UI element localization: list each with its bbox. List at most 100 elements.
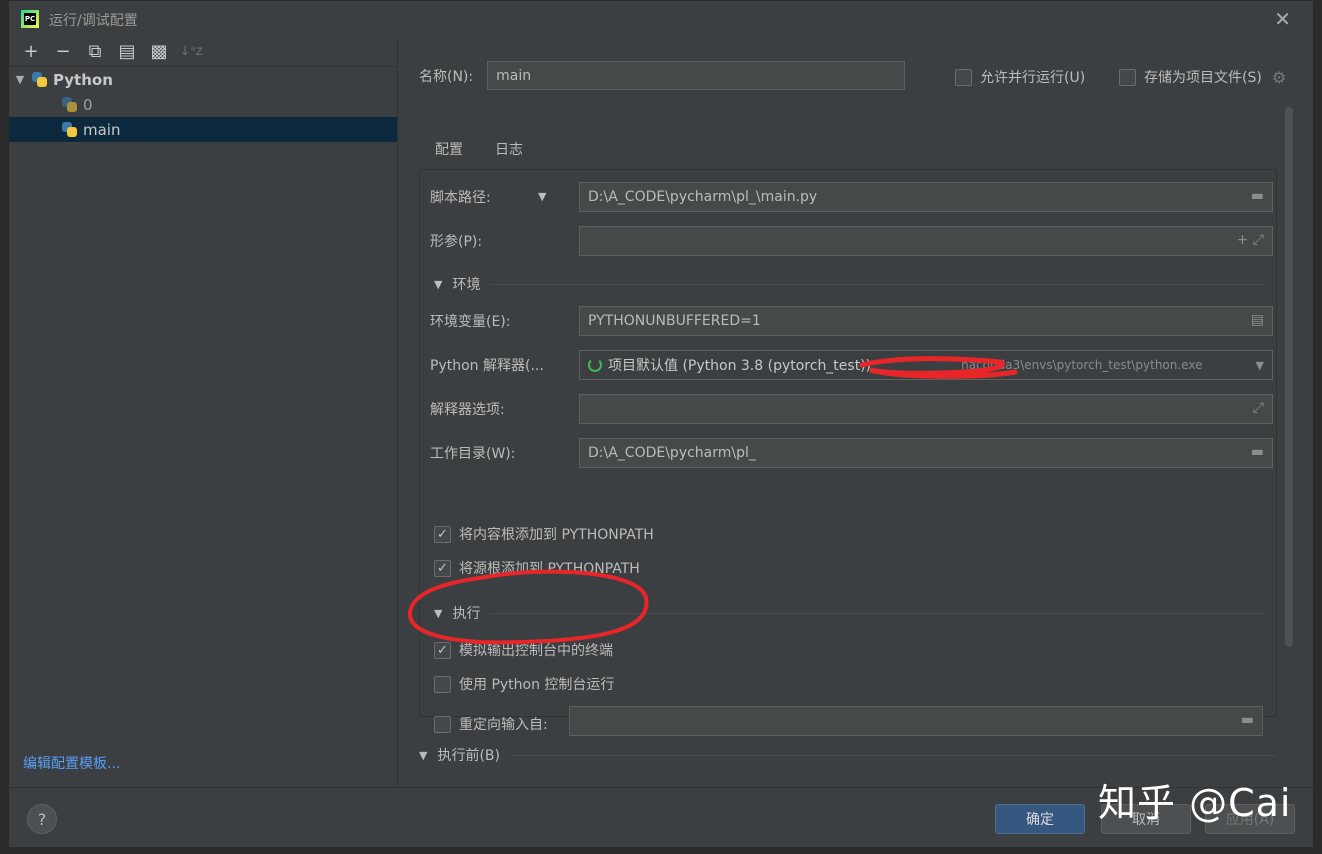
interpreter-label: Python 解释器(...	[430, 358, 544, 374]
folder-icon[interactable]: ▬	[1241, 712, 1254, 728]
env-vars-label: 环境变量(E):	[430, 314, 511, 330]
use-python-console-label: 使用 Python 控制台运行	[459, 677, 615, 693]
exec-section-header[interactable]: ▼ 执行	[434, 603, 1264, 623]
divider	[510, 754, 1277, 756]
window-title: 运行/调试配置	[49, 13, 138, 29]
script-path-row: 脚本路径: ▼ D:\A_CODE\pycharm\pl_\main.py ▬	[430, 182, 1275, 212]
use-python-console-checkbox[interactable]	[434, 675, 451, 693]
tree-item-main[interactable]: main	[9, 117, 397, 142]
before-launch-label: 执行前(B)	[437, 748, 500, 764]
divider	[490, 612, 1264, 614]
chevron-down-icon[interactable]: ▼	[434, 278, 442, 291]
params-field[interactable]: + ⤢	[579, 226, 1273, 256]
config-detail-pane: 名称(N): main 允许并行运行(U) 存储为项目文件(S) ⚙ 配置 日志…	[399, 37, 1313, 787]
tree-toolbar: + − ⧉ ▤ ▩ ↓ᵃz	[9, 37, 397, 67]
sort-icon[interactable]: ↓ᵃz	[177, 40, 205, 64]
close-icon[interactable]: ✕	[1274, 7, 1291, 31]
params-row: 形参(P): + ⤢	[430, 226, 1275, 256]
redirect-input-checkbox[interactable]	[434, 715, 451, 733]
redirect-input-field[interactable]: ▬	[569, 706, 1263, 736]
tree-root-label: Python	[53, 70, 113, 89]
params-label: 形参(P):	[430, 234, 483, 250]
divider	[490, 283, 1264, 285]
script-path-label: 脚本路径:	[430, 190, 491, 206]
add-content-roots-label: 将内容根添加到 PYTHONPATH	[459, 527, 654, 543]
expand-icon[interactable]: + ⤢	[1237, 232, 1264, 248]
tab-log[interactable]: 日志	[479, 133, 539, 172]
save-icon[interactable]: ▤	[113, 40, 141, 64]
emulate-terminal-option[interactable]: ✓ 模拟输出控制台中的终端	[434, 640, 613, 660]
run-debug-config-dialog: PC 运行/调试配置 ✕ + − ⧉ ▤ ▩ ↓ᵃz ▼ Python 0 ma…	[8, 0, 1314, 847]
config-tree-pane: + − ⧉ ▤ ▩ ↓ᵃz ▼ Python 0 main 编辑配置模板...	[9, 37, 398, 787]
add-icon[interactable]: +	[17, 40, 45, 64]
add-content-roots-option[interactable]: ✓ 将内容根添加到 PYTHONPATH	[434, 524, 654, 544]
tree-item-label: main	[83, 120, 121, 139]
name-label: 名称(N):	[419, 68, 474, 85]
chevron-down-icon[interactable]: ▼	[434, 607, 442, 620]
store-as-file-option[interactable]: 存储为项目文件(S) ⚙	[1119, 67, 1286, 87]
parallel-checkbox[interactable]	[955, 68, 972, 86]
store-as-file-label: 存储为项目文件(S)	[1144, 70, 1262, 86]
use-python-console-option[interactable]: 使用 Python 控制台运行	[434, 674, 614, 694]
env-vars-field[interactable]: PYTHONUNBUFFERED=1 ▤	[579, 306, 1273, 336]
scrollbar[interactable]	[1285, 107, 1293, 647]
copy-icon[interactable]: ⧉	[81, 40, 109, 64]
interp-options-row: 解释器选项: ⤢	[430, 394, 1275, 424]
before-launch-header[interactable]: ▼ 执行前(B)	[419, 745, 1277, 765]
emulate-terminal-checkbox[interactable]: ✓	[434, 641, 451, 659]
workdir-label: 工作目录(W):	[430, 446, 516, 462]
tree-item-label: 0	[83, 95, 93, 114]
parallel-option[interactable]: 允许并行运行(U)	[955, 67, 1085, 87]
title-bar: PC 运行/调试配置 ✕	[9, 1, 1313, 37]
workdir-field[interactable]: D:\A_CODE\pycharm\pl_ ▬	[579, 438, 1273, 468]
add-source-roots-option[interactable]: ✓ 将源根添加到 PYTHONPATH	[434, 558, 640, 578]
config-tabs: 配置 日志	[419, 133, 539, 172]
chevron-down-icon[interactable]: ▼	[1256, 359, 1264, 372]
config-tree: ▼ Python 0 main	[9, 67, 397, 142]
script-path-value: D:\A_CODE\pycharm\pl_\main.py	[588, 189, 818, 205]
folder-icon[interactable]: ▩	[145, 40, 173, 64]
edit-templates-link[interactable]: 编辑配置模板...	[23, 753, 120, 773]
interp-options-label: 解释器选项:	[430, 402, 505, 418]
tree-root-python[interactable]: ▼ Python	[9, 67, 397, 92]
remove-icon[interactable]: −	[49, 40, 77, 64]
store-as-file-checkbox[interactable]	[1119, 68, 1136, 86]
interpreter-select[interactable]: 项目默认值 (Python 3.8 (pytorch_test)) nacond…	[579, 350, 1273, 380]
gear-icon[interactable]: ⚙	[1272, 68, 1286, 87]
script-path-field[interactable]: D:\A_CODE\pycharm\pl_\main.py ▬	[579, 182, 1273, 212]
watermark: 知乎 @Cai	[1098, 781, 1292, 825]
add-source-roots-checkbox[interactable]: ✓	[434, 559, 451, 577]
env-vars-value: PYTHONUNBUFFERED=1	[588, 313, 761, 329]
tab-config[interactable]: 配置	[419, 133, 479, 172]
name-row: 名称(N): main	[419, 61, 906, 90]
folder-icon[interactable]: ▬	[1251, 444, 1264, 460]
python-icon	[61, 121, 78, 138]
env-section-label: 环境	[452, 277, 481, 293]
emulate-terminal-label: 模拟输出控制台中的终端	[459, 643, 613, 659]
interpreter-value: 项目默认值 (Python 3.8 (pytorch_test))	[608, 358, 872, 374]
chevron-down-icon[interactable]: ▼	[9, 73, 31, 86]
env-section-header[interactable]: ▼ 环境	[434, 274, 1264, 294]
python-icon	[61, 96, 78, 113]
pycharm-logo-icon: PC	[21, 10, 39, 28]
background-window-strip	[0, 0, 8, 854]
ok-button[interactable]: 确定	[995, 804, 1085, 834]
list-icon[interactable]: ▤	[1251, 312, 1264, 328]
folder-icon[interactable]: ▬	[1251, 188, 1264, 204]
add-content-roots-checkbox[interactable]: ✓	[434, 525, 451, 543]
chevron-down-icon[interactable]: ▼	[419, 749, 427, 762]
redirect-input-option[interactable]: 重定向输入自:	[434, 714, 548, 734]
loading-spinner-icon	[588, 358, 602, 372]
add-source-roots-label: 将源根添加到 PYTHONPATH	[459, 561, 640, 577]
chevron-down-icon[interactable]: ▼	[538, 190, 546, 203]
tree-item-0[interactable]: 0	[9, 92, 397, 117]
workdir-row: 工作目录(W): D:\A_CODE\pycharm\pl_ ▬	[430, 438, 1275, 468]
help-button[interactable]: ?	[27, 804, 57, 834]
name-field[interactable]: main	[487, 61, 906, 90]
interp-options-field[interactable]: ⤢	[579, 394, 1273, 424]
expand-icon[interactable]: ⤢	[1253, 400, 1264, 416]
parallel-label: 允许并行运行(U)	[980, 70, 1086, 86]
interpreter-row: Python 解释器(... 项目默认值 (Python 3.8 (pytorc…	[430, 350, 1275, 380]
python-icon	[31, 71, 48, 88]
config-panel: 脚本路径: ▼ D:\A_CODE\pycharm\pl_\main.py ▬ …	[419, 169, 1277, 736]
